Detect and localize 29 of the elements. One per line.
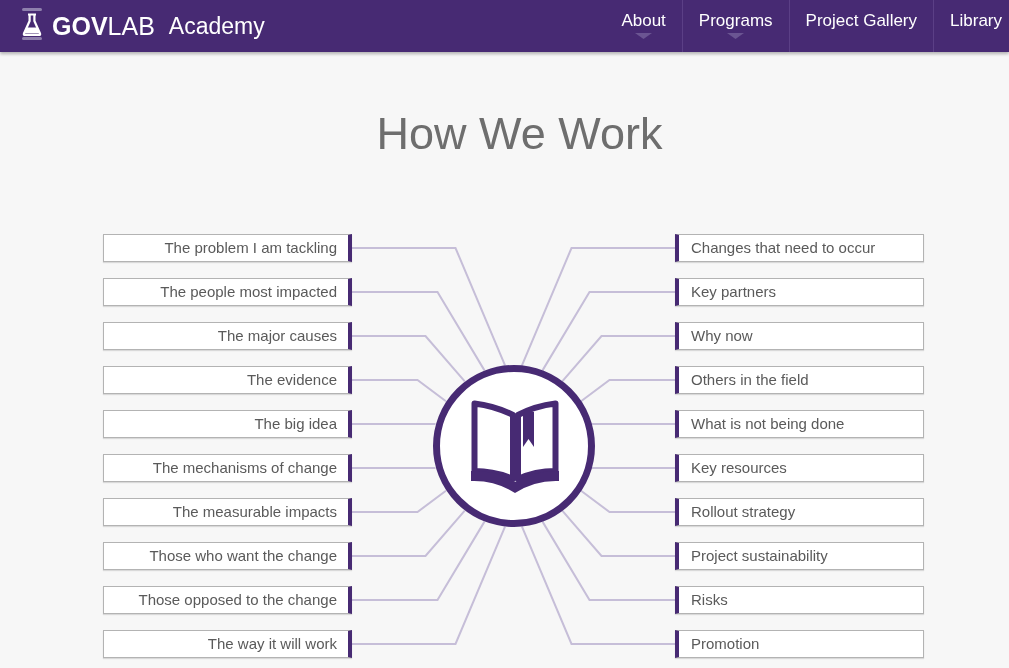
topic-label: Promotion [675,630,924,658]
topic-label: The big idea [103,410,352,438]
topic-label: The measurable impacts [103,498,352,526]
topic-label: Rollout strategy [675,498,924,526]
topic-label: Key partners [675,278,924,306]
topic-label: Why now [675,322,924,350]
topic-label: The problem I am tackling [103,234,352,262]
topic-label: Those opposed to the change [103,586,352,614]
topic-label: The people most impacted [103,278,352,306]
nav-link[interactable]: Programs [681,0,789,52]
logo-text: GOVLAB [52,13,155,39]
nav-link[interactable]: Library [933,0,1009,52]
book-icon [470,399,559,493]
topic-label: Changes that need to occur [675,234,924,262]
topic-label: The major causes [103,322,352,350]
flask-icon [22,8,42,40]
topic-label: The way it will work [103,630,352,658]
topic-label: The evidence [103,366,352,394]
nav-link[interactable]: About [605,0,682,52]
topic-label: Risks [675,586,924,614]
nav-link[interactable]: Project Gallery [788,0,934,52]
topic-label: What is not being done [675,410,924,438]
topic-label: Key resources [675,454,924,482]
topic-label: The mechanisms of change [103,454,352,482]
topic-label: Others in the field [675,366,924,394]
topic-label: Project sustainability [675,542,924,570]
topic-label: Those who want the change [103,542,352,570]
site-subtitle: Academy [168,14,265,38]
page-title: How We Work [375,107,664,161]
